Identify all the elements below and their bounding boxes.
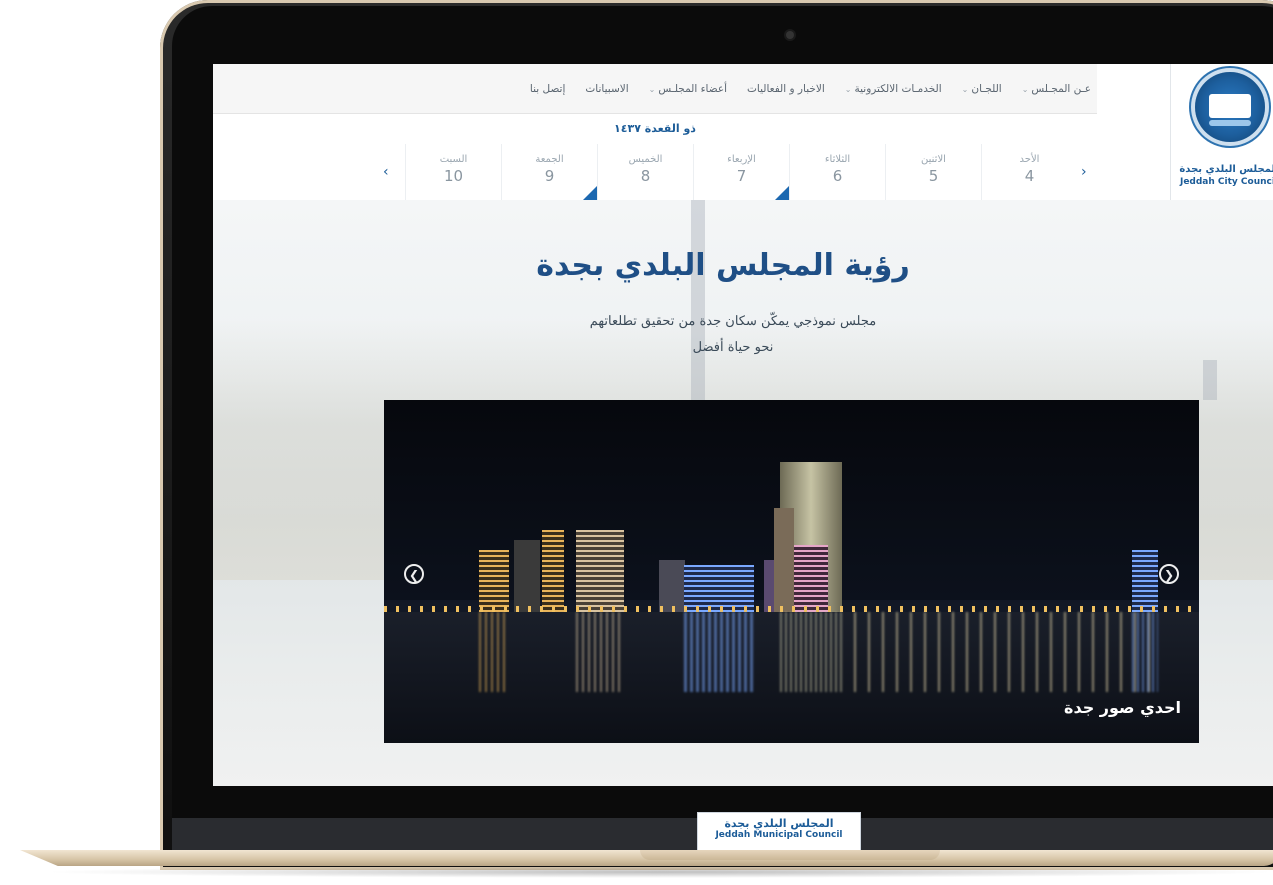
footer-name-en: Jeddah Municipal Council	[715, 830, 843, 840]
calendar-days: الأحد 4 الاثنين 5 الثلاثاء 6 الإربعاء 7 الخم…	[213, 144, 1097, 201]
council-seal-icon	[1195, 72, 1265, 142]
hijri-month-label: ذو القعدة ١٤٣٧	[213, 114, 1097, 145]
chevron-down-icon: ⌄	[648, 84, 656, 94]
slide-reflection	[684, 612, 754, 692]
image-slider[interactable]: ❮ ❯ احدي صور جدة	[384, 400, 1199, 743]
footer-name-ar: المجلس البلدي بجدة	[724, 817, 834, 830]
event-flag	[583, 186, 597, 200]
nav-item-about[interactable]: عـن المجـلس⌄	[1022, 83, 1091, 95]
slide-reflection	[854, 612, 1154, 692]
slide-building	[659, 560, 685, 612]
seal-wave-icon	[1209, 120, 1251, 126]
slide-building	[514, 540, 540, 612]
slide-reflection	[576, 612, 624, 692]
slide-building	[576, 530, 624, 612]
slide-reflection	[479, 612, 509, 692]
nav-item-committees[interactable]: اللجـان⌄	[962, 83, 1002, 95]
logo-text-en: Jeddah City Council	[1179, 177, 1273, 187]
nav-item-eservices[interactable]: الخدمـات الالكترونية⌄	[845, 83, 942, 95]
slide-building	[1132, 550, 1158, 612]
website-screen: عـن المجـلس⌄ اللجـان⌄ الخدمـات الالكترون…	[213, 64, 1273, 786]
nav-item-surveys[interactable]: الاسبيانات	[585, 83, 628, 95]
chevron-down-icon: ⌄	[844, 84, 852, 94]
logo-text-ar: المجلس البلدي بجدة	[1179, 164, 1273, 175]
day-friday[interactable]: الجمعة 9	[501, 144, 597, 200]
hero-tower-silhouette	[1203, 360, 1217, 400]
slider-next-button[interactable]: ❯	[1159, 564, 1179, 584]
slide-building	[794, 545, 828, 612]
hero-subtitle-2: نحو حياة أفضل	[692, 340, 774, 355]
day-monday[interactable]: الاثنين 5	[885, 144, 981, 200]
slide-reflection	[780, 612, 842, 692]
nav-item-news[interactable]: الاخبار و الفعاليات	[747, 83, 825, 95]
slide-building	[479, 550, 509, 612]
footer-logo-badge: المجلس البلدي بجدة Jeddah Municipal Coun…	[697, 812, 861, 852]
laptop-shadow	[40, 866, 1273, 878]
calendar-next-button[interactable]: ›	[1081, 144, 1087, 200]
slide-building	[684, 565, 754, 612]
day-saturday[interactable]: السبت 10	[405, 144, 501, 200]
nav-item-members[interactable]: أعضاء المجلـس⌄	[649, 83, 727, 95]
day-sunday[interactable]: الأحد 4	[981, 144, 1077, 200]
day-thursday[interactable]: الخميس 8	[597, 144, 693, 200]
hero-section: رؤية المجلس البلدي بجدة مجلس نموذجي يمكّ…	[213, 200, 1273, 786]
event-flag	[775, 186, 789, 200]
day-tuesday[interactable]: الثلاثاء 6	[789, 144, 885, 200]
slide-reflection	[1132, 612, 1158, 692]
nav-item-contact[interactable]: إتصل بنا	[530, 83, 566, 95]
laptop-base-notch	[640, 850, 940, 860]
chevron-down-icon: ⌄	[1021, 84, 1029, 94]
hero-title: رؤية المجلس البلدي بجدة	[536, 248, 910, 283]
main-nav: عـن المجـلس⌄ اللجـان⌄ الخدمـات الالكترون…	[213, 64, 1097, 114]
slide-building	[774, 508, 794, 612]
slide-caption: احدي صور جدة	[1064, 698, 1181, 717]
hero-tower-silhouette	[691, 200, 705, 420]
chevron-down-icon: ⌄	[961, 84, 969, 94]
seal-building-icon	[1209, 94, 1251, 118]
camera-icon	[786, 31, 794, 39]
slider-prev-button[interactable]: ❮	[404, 564, 424, 584]
hero-subtitle: مجلس نموذجي يمكّن سكان جدة من تحقيق تطلع…	[589, 314, 877, 329]
site-logo[interactable]: المجلس البلدي بجدة Jeddah City Council	[1170, 64, 1273, 200]
calendar-prev-button[interactable]: ‹	[383, 144, 389, 200]
slide-building	[542, 530, 564, 612]
day-wednesday[interactable]: الإربعاء 7	[693, 144, 789, 200]
